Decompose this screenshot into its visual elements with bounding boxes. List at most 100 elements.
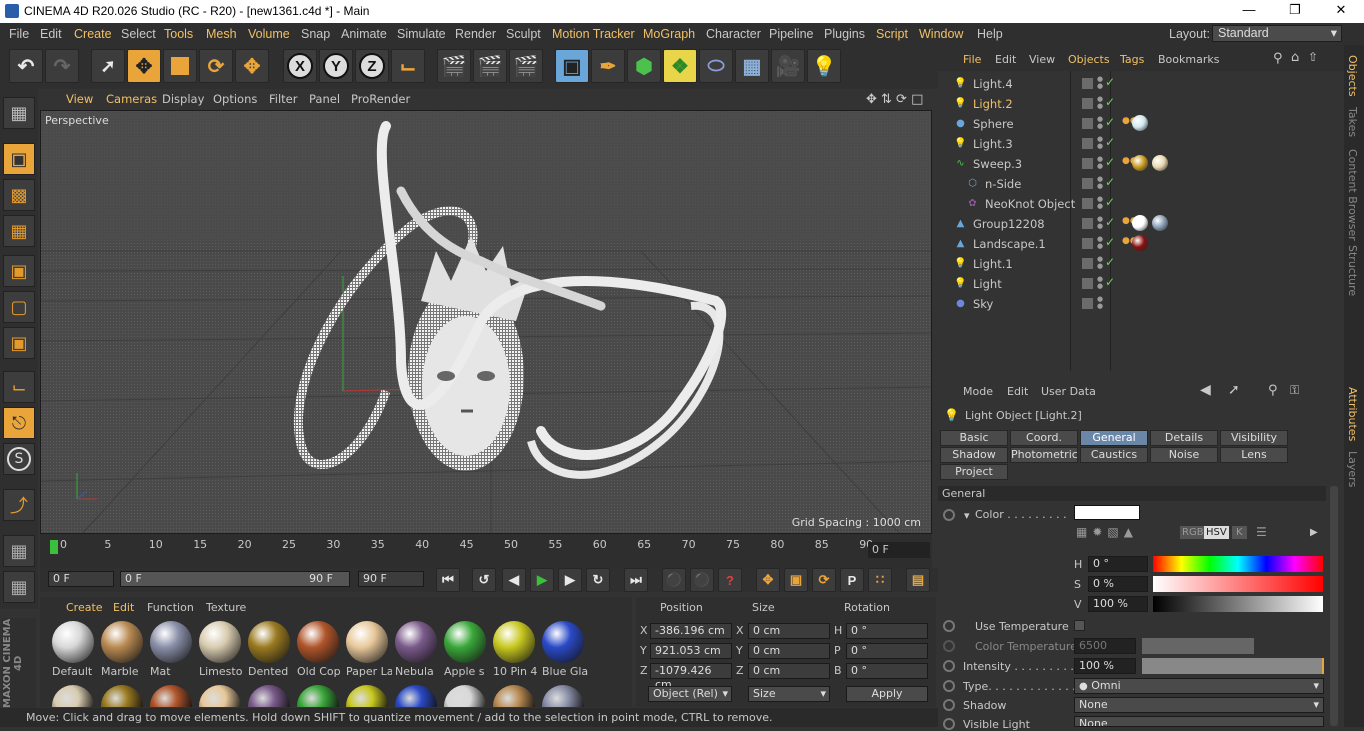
snap-button[interactable]: ⤴ xyxy=(3,489,35,521)
visible-light-radio[interactable] xyxy=(943,718,955,730)
position-field[interactable]: 921.053 cm xyxy=(650,643,732,659)
intensity-radio[interactable] xyxy=(943,660,955,672)
enabled-check-icon[interactable]: ✓ xyxy=(1105,255,1115,269)
viewport-menu-panel[interactable]: Panel xyxy=(309,92,340,106)
material-thumbnail[interactable] xyxy=(444,621,486,663)
axis-mode-button[interactable]: ⌙ xyxy=(3,371,35,403)
viewport-menu-filter[interactable]: Filter xyxy=(269,92,297,106)
object-name[interactable]: Sweep.3 xyxy=(973,157,1022,171)
layer-visibility-toggle[interactable] xyxy=(1082,178,1093,189)
layer-visibility-toggle[interactable] xyxy=(1082,198,1093,209)
material-thumbnail[interactable] xyxy=(346,685,388,707)
autokey-button[interactable]: ⚫ xyxy=(690,568,714,592)
object-row[interactable]: 💡 Light ● ● ✓ xyxy=(946,274,1342,294)
menu-tools[interactable]: Tools xyxy=(164,27,193,41)
make-editable-button[interactable]: ▦ xyxy=(3,97,35,129)
object-row[interactable]: ● Sphere ● ● ✓ ●● xyxy=(946,114,1342,134)
editor-render-dots[interactable]: ● ● xyxy=(1097,96,1103,110)
color-options-icon[interactable]: ☰ xyxy=(1256,525,1267,539)
goto-start-button[interactable]: ⏮ xyxy=(436,568,460,592)
color-temperature-slider[interactable] xyxy=(1142,638,1254,654)
expand-color-icon[interactable]: ▾ xyxy=(964,509,970,522)
attr-menu-edit[interactable]: Edit xyxy=(1007,385,1028,398)
material-thumbnail[interactable] xyxy=(493,685,535,707)
workplane-lock-button[interactable]: ▦ xyxy=(3,535,35,567)
use-temperature-checkbox[interactable] xyxy=(1074,620,1085,631)
attr-menu-mode[interactable]: Mode xyxy=(963,385,993,398)
points-mode-button[interactable]: ▣ xyxy=(3,255,35,287)
object-name[interactable]: Light.3 xyxy=(973,137,1013,151)
object-name[interactable]: Group12208 xyxy=(973,217,1045,231)
object-name[interactable]: Light xyxy=(973,277,1002,291)
object-row[interactable]: ⬡ n-Side ● ● ✓ xyxy=(946,174,1342,194)
type-dropdown[interactable]: ● Omni ▾ xyxy=(1074,678,1324,694)
y-axis-lock-button[interactable]: Y xyxy=(319,49,353,83)
material-thumbnail[interactable] xyxy=(199,621,241,663)
coordinate-mode-dropdown[interactable]: Object (Rel) ▾ xyxy=(648,686,732,702)
enabled-check-icon[interactable]: ✓ xyxy=(1105,95,1115,109)
material-menu-edit[interactable]: Edit xyxy=(113,601,134,614)
edges-mode-button[interactable]: ▢ xyxy=(3,291,35,323)
enabled-check-icon[interactable]: ✓ xyxy=(1105,115,1115,129)
minimize-button[interactable]: — xyxy=(1226,2,1272,17)
side-tab-objects[interactable]: Objects xyxy=(1346,55,1359,97)
material-tag-icon[interactable] xyxy=(1132,115,1148,131)
enabled-check-icon[interactable]: ✓ xyxy=(1105,155,1115,169)
previous-frame-button[interactable]: ◀ xyxy=(502,568,526,592)
editor-render-dots[interactable]: ● ● xyxy=(1097,156,1103,170)
texture-mode-button[interactable]: ▩ xyxy=(3,179,35,211)
object-row[interactable]: ∿ Sweep.3 ● ● ✓ ●● xyxy=(946,154,1342,174)
current-frame-field[interactable]: 0 F xyxy=(868,542,930,558)
attr-tab-general[interactable]: General xyxy=(1080,430,1148,446)
position-field[interactable]: -1079.426 cm xyxy=(650,663,732,691)
viewport-menu-options[interactable]: Options xyxy=(213,92,257,106)
layer-visibility-toggle[interactable] xyxy=(1082,238,1093,249)
intensity-field[interactable]: 100 % xyxy=(1074,658,1136,674)
enabled-check-icon[interactable]: ✓ xyxy=(1105,195,1115,209)
material-thumbnail[interactable] xyxy=(395,685,437,707)
material-tag-icon[interactable] xyxy=(1132,235,1148,251)
hue-slider[interactable] xyxy=(1153,556,1323,572)
menu-character[interactable]: Character xyxy=(706,27,761,41)
enabled-check-icon[interactable]: ✓ xyxy=(1105,235,1115,249)
planar-workplane-button[interactable]: ▦ xyxy=(3,571,35,603)
color-swatch[interactable] xyxy=(1074,505,1140,520)
menu-plugins[interactable]: Plugins xyxy=(824,27,865,41)
apply-button[interactable]: Apply xyxy=(846,686,928,702)
goto-previous-key-button[interactable]: ↺ xyxy=(472,568,496,592)
floor-button[interactable]: ▦ xyxy=(735,49,769,83)
object-name[interactable]: Sphere xyxy=(973,117,1014,131)
use-temperature-radio[interactable] xyxy=(943,620,955,632)
attr-tab-photometric[interactable]: Photometric xyxy=(1010,447,1078,463)
rgb-button[interactable]: RGB xyxy=(1180,526,1206,539)
editor-render-dots[interactable]: ● ● xyxy=(1097,76,1103,90)
layer-visibility-toggle[interactable] xyxy=(1082,298,1093,309)
objects-menu-objects[interactable]: Objects xyxy=(1068,53,1110,66)
menu-help[interactable]: Help xyxy=(977,27,1003,41)
enabled-check-icon[interactable]: ✓ xyxy=(1105,75,1115,89)
record-button[interactable]: ⚫ xyxy=(662,568,686,592)
subdivision-button[interactable]: ⬢ xyxy=(627,49,661,83)
menu-render[interactable]: Render xyxy=(455,27,496,41)
render-settings-button[interactable]: 🎬 xyxy=(509,49,543,83)
object-row[interactable]: ✿ NeoKnot Object ● ● ✓ xyxy=(946,194,1342,214)
material-thumbnail[interactable] xyxy=(297,685,339,707)
material-thumbnail[interactable] xyxy=(52,685,94,707)
object-row[interactable]: ● Sky ● ● xyxy=(946,294,1342,314)
material-tag-icon[interactable] xyxy=(1132,215,1148,231)
type-radio[interactable] xyxy=(943,680,955,692)
preview-range-slider[interactable]: 0 F 90 F xyxy=(120,571,350,587)
search-icon[interactable]: ⚲ xyxy=(1268,383,1278,398)
rotation-field[interactable]: 0 ° xyxy=(846,643,928,659)
attr-tab-noise[interactable]: Noise xyxy=(1150,447,1218,463)
material-thumbnail[interactable] xyxy=(542,621,584,663)
layout-dropdown[interactable]: Standard ▾ xyxy=(1212,25,1342,42)
move-tool-button[interactable]: ✥ xyxy=(127,49,161,83)
editor-render-dots[interactable]: ● ● xyxy=(1097,276,1103,290)
close-button[interactable]: ✕ xyxy=(1318,2,1364,18)
pen-spline-button[interactable]: ✒ xyxy=(591,49,625,83)
menu-create[interactable]: Create xyxy=(74,27,112,41)
polygons-mode-button[interactable]: ▣ xyxy=(3,327,35,359)
size-mode-dropdown[interactable]: Size ▾ xyxy=(748,686,830,702)
tweak-mode-button[interactable]: ⎋ xyxy=(3,407,35,439)
